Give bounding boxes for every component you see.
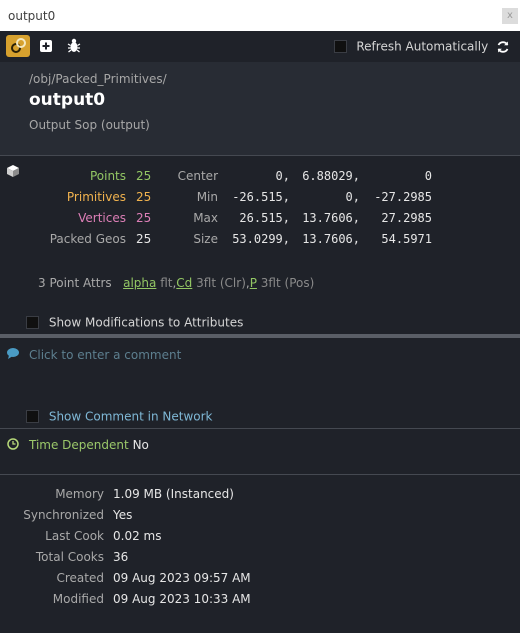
size-x: 53.0299, xyxy=(232,232,290,246)
size-y: 13.7606, xyxy=(302,232,360,246)
min-z: -27.2985 xyxy=(374,190,432,204)
attr-alpha-type: flt xyxy=(160,276,173,290)
comment-input[interactable]: Click to enter a comment xyxy=(29,348,181,362)
attr-cd-name[interactable]: Cd xyxy=(176,276,192,290)
memory-label: Memory xyxy=(55,487,104,501)
center-label: Center xyxy=(177,169,218,183)
toolbar: Refresh Automatically xyxy=(0,31,520,62)
divider xyxy=(0,155,520,156)
vertices-value: 25 xyxy=(136,211,152,225)
show-modifications-checkbox[interactable] xyxy=(26,316,39,329)
attr-cd-qualifier: (Clr) xyxy=(219,276,246,290)
modified-label: Modified xyxy=(52,592,104,606)
attr-p-name[interactable]: P xyxy=(250,276,257,290)
bug-icon xyxy=(67,38,81,53)
memory-value: 1.09 MB (Instanced) xyxy=(113,487,234,501)
close-button[interactable]: x xyxy=(502,8,518,24)
clock-icon xyxy=(7,438,19,450)
attr-cd-type: 3flt xyxy=(196,276,217,290)
node-path: /obj/Packed_Primitives/ xyxy=(29,72,167,86)
synchronized-value: Yes xyxy=(113,508,133,522)
geometry-cube-icon xyxy=(7,165,19,177)
last-cook-value: 0.02 ms xyxy=(113,529,162,543)
points-label: Points xyxy=(89,169,126,183)
total-cooks-label: Total Cooks xyxy=(35,550,104,564)
show-comment: Show Comment in Network xyxy=(26,409,213,424)
section-divider xyxy=(0,334,520,338)
max-x: 26.515, xyxy=(239,211,290,225)
node-header: /obj/Packed_Primitives/ output0 Output S… xyxy=(0,62,520,155)
vertices-label: Vertices xyxy=(78,211,126,225)
show-comment-checkbox[interactable] xyxy=(26,410,39,423)
point-attrs-label: 3 Point Attrs xyxy=(38,276,112,290)
last-cook-label: Last Cook xyxy=(45,529,104,543)
point-attributes: 3 Point Attrs alpha flt,Cd 3flt (Clr),P … xyxy=(38,276,314,290)
attr-alpha-name[interactable]: alpha xyxy=(123,276,156,290)
size-label: Size xyxy=(193,232,218,246)
divider xyxy=(0,428,520,429)
refresh-automatically-label: Refresh Automatically xyxy=(356,39,489,54)
comment-icon xyxy=(7,348,19,359)
min-x: -26.515, xyxy=(232,190,290,204)
divider xyxy=(0,474,520,475)
primitives-value: 25 xyxy=(136,190,152,204)
time-dependent-label: Time Dependent xyxy=(29,438,129,452)
time-dependent-value: No xyxy=(132,438,149,452)
window-titlebar: output0 x xyxy=(0,0,520,31)
refresh-automatically: Refresh Automatically xyxy=(333,39,510,55)
max-label: Max xyxy=(193,211,218,225)
pin-toggle-button[interactable] xyxy=(6,35,30,57)
attr-p-qualifier: (Pos) xyxy=(284,276,315,290)
primitives-label: Primitives xyxy=(66,190,126,204)
show-modifications: Show Modifications to Attributes xyxy=(26,315,243,330)
created-label: Created xyxy=(56,571,105,585)
size-z: 54.5971 xyxy=(381,232,432,246)
attr-p-type: 3flt xyxy=(260,276,281,290)
center-x: 0, xyxy=(275,169,290,183)
show-comment-label: Show Comment in Network xyxy=(48,409,213,424)
window-title: output0 xyxy=(8,9,56,23)
center-y: 6.88029, xyxy=(302,169,360,183)
center-z: 0 xyxy=(424,169,432,183)
points-value: 25 xyxy=(136,169,152,183)
refresh-automatically-checkbox[interactable] xyxy=(333,40,347,53)
max-z: 27.2985 xyxy=(381,211,432,225)
min-y: 0, xyxy=(345,190,360,204)
debug-button[interactable] xyxy=(62,35,86,57)
node-name: output0 xyxy=(29,90,106,110)
total-cooks-value: 36 xyxy=(113,550,129,564)
packed-geos-label: Packed Geos xyxy=(49,232,126,246)
time-dependent: Time Dependent No xyxy=(29,438,149,452)
node-type: Output Sop (output) xyxy=(29,118,150,132)
created-value: 09 Aug 2023 09:57 AM xyxy=(113,571,251,585)
packed-geos-value: 25 xyxy=(136,232,152,246)
min-label: Min xyxy=(196,190,218,204)
modified-value: 09 Aug 2023 10:33 AM xyxy=(113,592,251,606)
show-modifications-label: Show Modifications to Attributes xyxy=(48,315,244,330)
synchronized-label: Synchronized xyxy=(23,508,104,522)
add-button[interactable] xyxy=(34,35,58,57)
link-icon xyxy=(11,38,26,53)
refresh-icon[interactable] xyxy=(496,40,510,54)
max-y: 13.7606, xyxy=(302,211,360,225)
plus-square-icon xyxy=(40,40,52,52)
